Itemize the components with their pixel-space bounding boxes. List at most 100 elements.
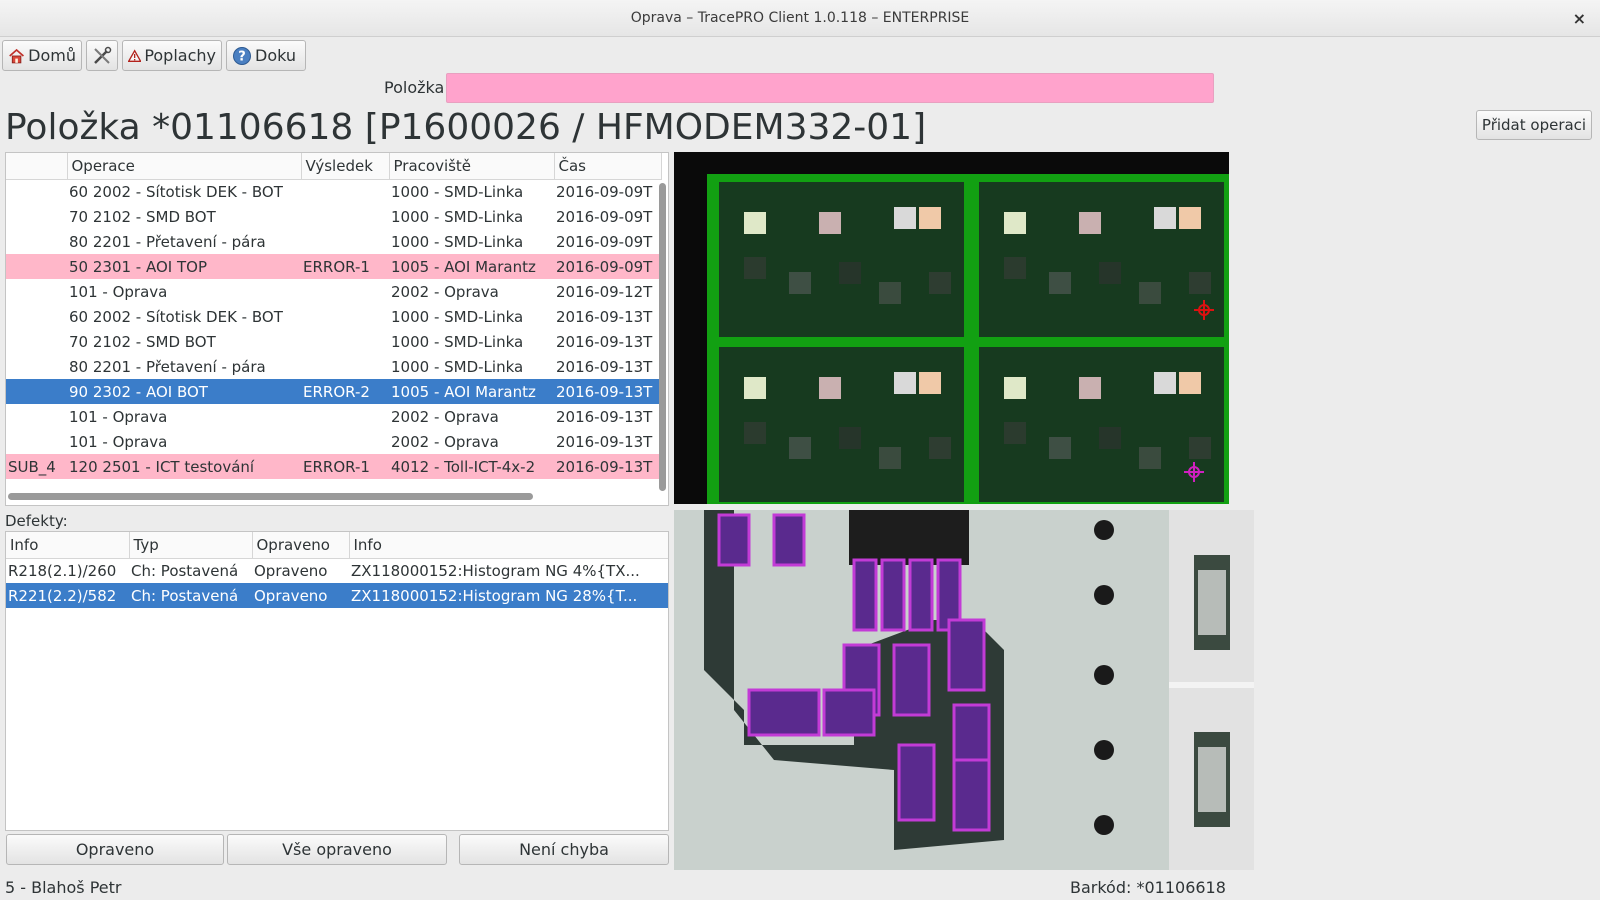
cell-defect-info: R218(2.1)/260	[8, 561, 117, 580]
item-search-input[interactable]	[446, 73, 1214, 103]
home-icon	[9, 48, 25, 63]
pcb-component	[1004, 257, 1026, 279]
cell-result	[301, 354, 389, 379]
close-icon[interactable]: ×	[1573, 0, 1586, 37]
cell-sub	[6, 404, 67, 429]
operations-horizontal-scrollbar[interactable]	[8, 493, 533, 500]
pcb-component	[894, 372, 916, 394]
smd-component	[747, 688, 821, 737]
mark-fixed-button[interactable]: Opraveno	[6, 834, 224, 865]
col-header-sub[interactable]	[6, 153, 68, 180]
help-icon: ?	[233, 46, 251, 65]
operation-row[interactable]: 70 2102 - SMD BOT 1000 - SMD-Linka 2016-09…	[6, 329, 661, 354]
col-header-operation[interactable]: Operace	[67, 153, 302, 180]
home-label: Domů	[28, 46, 76, 65]
pcb-component	[1099, 262, 1121, 284]
add-operation-button[interactable]: Přidat operaci	[1476, 110, 1592, 140]
defect-col-header-fixed[interactable]: Opraveno	[252, 532, 350, 559]
pcb-component	[839, 427, 861, 449]
operation-row[interactable]: 70 2102 - SMD BOT 1000 - SMD-Linka 2016-09…	[6, 204, 661, 229]
smd-component	[908, 558, 934, 632]
cell-workstation: 2002 - Oprava	[391, 432, 499, 451]
cell-operation: 101 - Oprava	[69, 282, 168, 301]
pcb-component	[819, 377, 841, 399]
alarms-label: Poplachy	[144, 46, 216, 65]
smd-component	[880, 558, 906, 632]
cell-time: 2016-09-09T	[556, 207, 653, 226]
pcb-component	[744, 212, 766, 234]
operation-row[interactable]: 50 2301 - AOI TOP ERROR-1 1005 - AOI Maran…	[6, 254, 661, 279]
tools-button[interactable]	[86, 40, 118, 71]
col-header-workstation[interactable]: Pracoviště	[389, 153, 555, 180]
defects-table[interactable]: Info Typ Opraveno Info R218(2.1)/260 Ch: …	[5, 531, 669, 831]
docs-button[interactable]: ? Doku	[226, 40, 306, 71]
operations-vertical-scrollbar[interactable]	[659, 183, 666, 491]
operation-row[interactable]: 80 2201 - Přetavení - pára 1000 - SMD-Lin…	[6, 229, 661, 254]
operation-row[interactable]: 101 - Oprava 2002 - Oprava 2016-09-12T	[6, 279, 661, 304]
operation-row[interactable]: 101 - Oprava 2002 - Oprava 2016-09-13T	[6, 429, 661, 454]
smd-component	[947, 618, 986, 692]
operation-row[interactable]: 80 2201 - Přetavení - pára 1000 - SMD-Lin…	[6, 354, 661, 379]
defect-row[interactable]: R221(2.2)/582 Ch: Postavená Opraveno ZX1180…	[6, 583, 668, 608]
pcb-component	[929, 272, 951, 294]
cell-operation: 80 2201 - Přetavení - pára	[69, 232, 266, 251]
cell-sub	[6, 229, 67, 254]
cell-sub	[6, 329, 67, 354]
cell-sub	[6, 304, 67, 329]
cell-workstation: 1000 - SMD-Linka	[391, 207, 524, 226]
operation-row[interactable]: SUB_4 120 2501 - ICT testování ERROR-1 4012…	[6, 454, 661, 479]
pcb-component	[1189, 272, 1211, 294]
smd-component	[892, 643, 931, 717]
pcb-component	[1179, 207, 1201, 229]
cell-defect-fixed: Opraveno	[252, 583, 349, 608]
defect-col-header-info[interactable]: Info	[6, 532, 130, 559]
operations-table[interactable]: Operace Výsledek Pracoviště Čas 60 2002 …	[5, 152, 669, 506]
smd-component	[852, 558, 878, 632]
cell-time: 2016-09-13T	[556, 332, 653, 351]
cell-operation: 60 2002 - Sítotisk DEK - BOT	[69, 307, 283, 326]
not-an-error-button[interactable]: Není chyba	[459, 834, 669, 865]
cell-time: 2016-09-13T	[554, 454, 661, 479]
cell-operation: 101 - Oprava	[69, 432, 168, 451]
operation-row[interactable]: 60 2002 - Sítotisk DEK - BOT 1000 - SMD-L…	[6, 304, 661, 329]
operation-row[interactable]: 60 2002 - Sítotisk DEK - BOT 1000 - SMD-L…	[6, 179, 661, 204]
defect-col-header-detail[interactable]: Info	[349, 532, 668, 559]
cell-operation: 101 - Oprava	[69, 407, 168, 426]
pcb-component	[1004, 377, 1026, 399]
pcb-component	[894, 207, 916, 229]
cell-result	[301, 304, 389, 329]
cell-sub	[6, 379, 67, 404]
svg-text:?: ?	[238, 49, 246, 64]
cell-time: 2016-09-13T	[556, 307, 653, 326]
cell-defect-info: R221(2.2)/582	[6, 583, 129, 608]
cell-time: 2016-09-13T	[556, 357, 653, 376]
via-hole	[1094, 520, 1114, 540]
cell-workstation: 1000 - SMD-Linka	[391, 357, 524, 376]
defect-col-header-type[interactable]: Typ	[129, 532, 253, 559]
pcb-component	[819, 212, 841, 234]
cell-result	[301, 204, 389, 229]
cell-time: 2016-09-13T	[556, 407, 653, 426]
mark-all-fixed-button[interactable]: Vše opraveno	[227, 834, 447, 865]
cell-sub	[6, 254, 67, 279]
col-header-result[interactable]: Výsledek	[301, 153, 390, 180]
smd-component	[822, 688, 876, 737]
cell-time: 2016-09-09T	[556, 182, 653, 201]
cell-time: 2016-09-09T	[556, 232, 653, 251]
alarms-button[interactable]: Poplachy	[122, 40, 222, 71]
cell-result: ERROR-1	[301, 454, 389, 479]
cell-result	[301, 329, 389, 354]
pcb-overview-image[interactable]	[674, 152, 1229, 504]
pcb-component	[839, 262, 861, 284]
item-search-label: Položka	[384, 78, 445, 97]
defect-closeup-image[interactable]	[674, 510, 1254, 870]
operation-row[interactable]: 90 2302 - AOI BOT ERROR-2 1005 - AOI Maran…	[6, 379, 661, 404]
pcb-component	[1189, 437, 1211, 459]
col-header-time[interactable]: Čas	[554, 153, 662, 180]
via-hole	[1094, 740, 1114, 760]
home-button[interactable]: Domů	[2, 40, 82, 71]
operation-row[interactable]: 101 - Oprava 2002 - Oprava 2016-09-13T	[6, 404, 661, 429]
defect-row[interactable]: R218(2.1)/260 Ch: Postavená Opraveno ZX1180…	[6, 558, 668, 583]
cell-workstation: 1005 - AOI Marantz	[389, 379, 554, 404]
window-titlebar: Oprava – TracePRO Client 1.0.118 – ENTER…	[0, 0, 1600, 37]
